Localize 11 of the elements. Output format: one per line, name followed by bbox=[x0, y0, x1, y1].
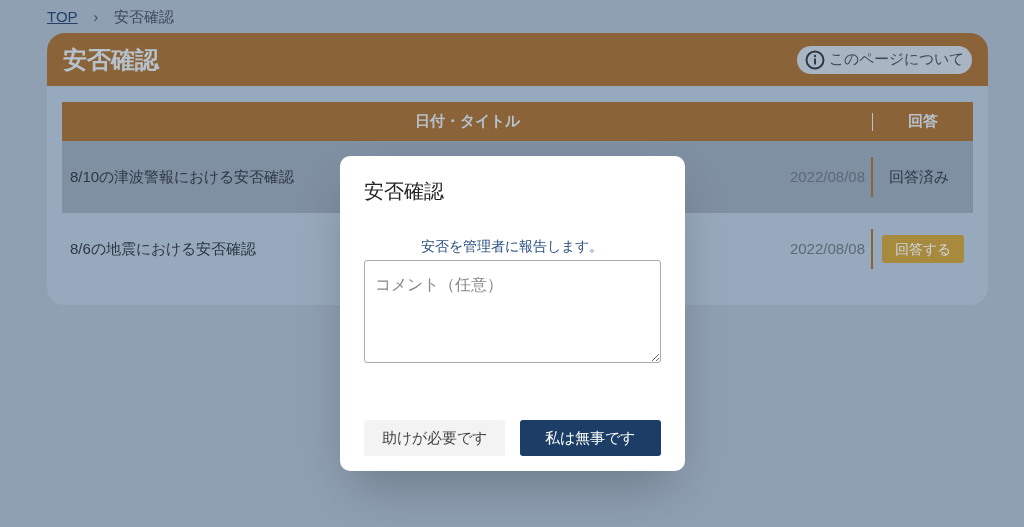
breadcrumb-current: 安否確認 bbox=[114, 6, 175, 27]
row-title: 8/6の地震における安否確認 bbox=[70, 239, 256, 257]
row-date: 2022/08/08 bbox=[789, 238, 866, 259]
answer-status: 回答済み bbox=[889, 166, 949, 187]
column-header: 日付・タイトル bbox=[413, 111, 521, 132]
row-title: 8/10の津波警報における安否確認 bbox=[70, 167, 295, 185]
dialog-message: 安否を管理者に報告します。 bbox=[420, 237, 604, 256]
dialog-title: 安否確認 bbox=[363, 179, 445, 204]
page-title: 安否確認 bbox=[63, 44, 159, 75]
column-header: 回答 bbox=[907, 111, 939, 132]
breadcrumb-separator: › bbox=[93, 7, 99, 27]
